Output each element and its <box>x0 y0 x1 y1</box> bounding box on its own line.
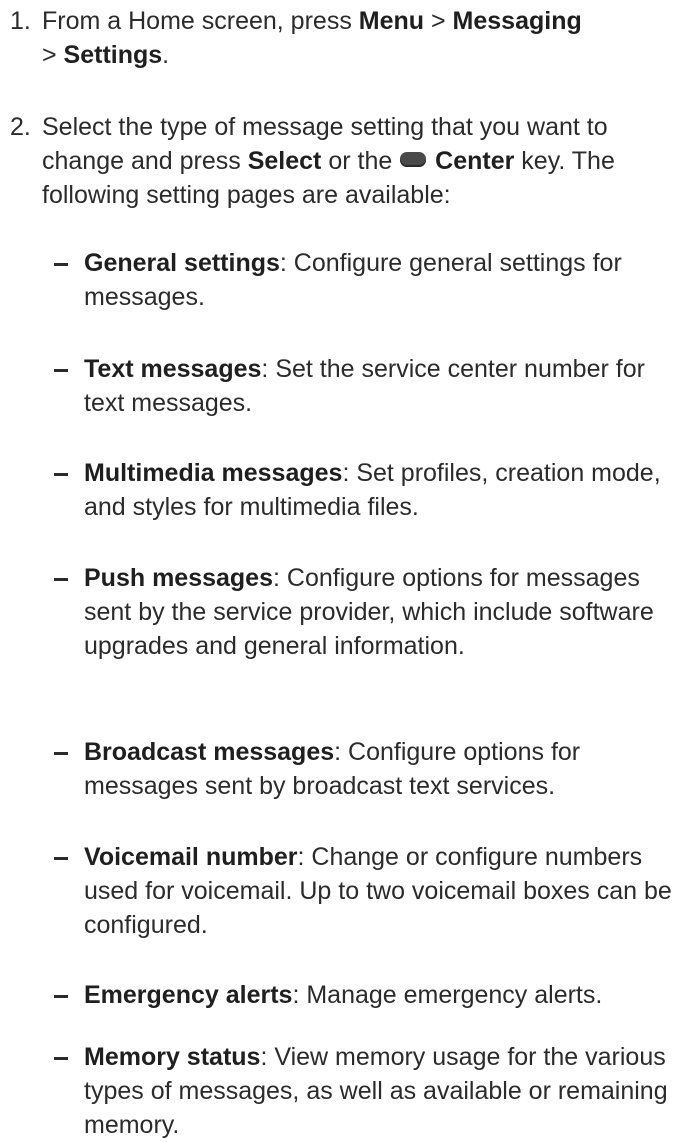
dash-bullet-icon <box>54 857 68 860</box>
step-text: From a Home screen, press Menu > Messagi… <box>42 7 582 69</box>
step-number: 1. <box>10 7 31 35</box>
center-key-label: Center <box>435 147 515 175</box>
item-term: Multimedia messages <box>84 459 343 487</box>
dash-bullet-icon <box>54 578 68 581</box>
dash-bullet-icon <box>54 752 68 755</box>
step-number: 2. <box>10 113 31 141</box>
item-term: Emergency alerts <box>84 981 293 1009</box>
dash-bullet-icon <box>54 995 68 998</box>
item-term: Push messages <box>84 564 273 592</box>
menu-key-label: Menu <box>358 7 425 35</box>
item-term: Broadcast messages <box>84 738 335 766</box>
item-term: Memory status <box>84 1043 261 1071</box>
item-term: Voicemail number <box>84 843 298 871</box>
dash-bullet-icon <box>54 473 68 476</box>
dash-bullet-icon <box>54 263 68 266</box>
dash-bullet-icon <box>54 1057 68 1060</box>
select-key-label: Select <box>247 147 322 175</box>
center-key-icon <box>400 152 427 167</box>
dash-bullet-icon <box>54 369 68 372</box>
step-text: Select the type of message setting that … <box>42 113 615 209</box>
item-description: : Manage emergency alerts. <box>292 981 603 1009</box>
document-page: 1. From a Home screen, press Menu > Mess… <box>0 0 683 1139</box>
settings-label: Settings <box>63 41 163 69</box>
item-term: General settings <box>84 249 280 277</box>
messaging-label: Messaging <box>452 7 582 35</box>
item-term: Text messages <box>84 355 262 383</box>
